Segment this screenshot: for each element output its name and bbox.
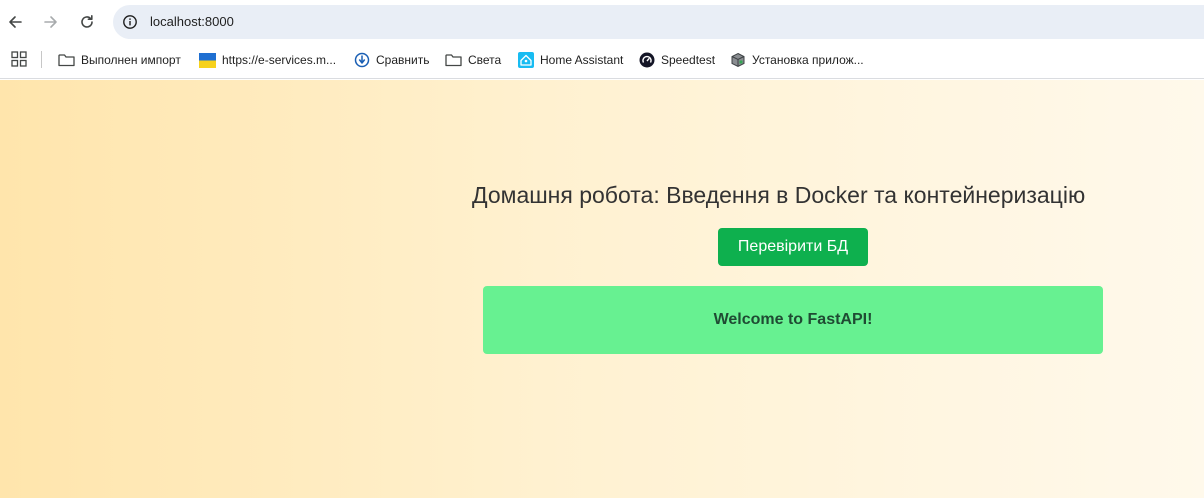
page-title: Домашня робота: Введення в Docker та кон… [472, 182, 1086, 208]
bookmark-e-services[interactable]: https://e-services.m... [199, 49, 336, 71]
speedtest-icon [638, 52, 655, 69]
page-content: Домашня робота: Введення в Docker та кон… [0, 80, 1204, 498]
back-button[interactable] [1, 8, 29, 36]
compare-icon [353, 52, 370, 69]
result-message-box: Welcome to FastAPI! [483, 286, 1103, 354]
bookmark-label: Света [468, 53, 502, 67]
bookmarks-bar: Выполнен импорт https://e-services.m... … [0, 42, 1204, 79]
bookmark-folder-imported[interactable]: Выполнен импорт [58, 49, 181, 71]
apps-grid-icon[interactable] [11, 51, 27, 67]
ukraine-flag-icon [199, 52, 216, 69]
result-message: Welcome to FastAPI! [713, 311, 873, 328]
bookmark-label: Сравнить [376, 53, 430, 67]
home-assistant-icon [517, 52, 534, 69]
reload-icon [81, 15, 93, 28]
bookmark-speedtest[interactable]: Speedtest [638, 49, 715, 71]
back-arrow-icon [9, 16, 22, 28]
bookmark-label: Выполнен импорт [81, 53, 181, 67]
site-info-icon[interactable] [121, 13, 139, 31]
bookmark-home-assistant[interactable]: Home Assistant [517, 49, 623, 71]
check-db-button[interactable]: Перевірити БД [718, 228, 868, 266]
bookmark-label: Speedtest [661, 53, 716, 67]
address-bar[interactable]: localhost:8000 [113, 5, 1204, 39]
package-icon [729, 52, 746, 69]
bookmark-label: Home Assistant [540, 53, 624, 67]
folder-icon [445, 52, 462, 69]
folder-icon [58, 52, 75, 69]
browser-toolbar: localhost:8000 [0, 0, 1204, 42]
forward-arrow-icon [44, 16, 57, 28]
reload-button[interactable] [73, 8, 101, 36]
bookmarks-divider [41, 51, 42, 68]
url-text[interactable]: localhost:8000 [150, 13, 234, 31]
bookmark-compare[interactable]: Сравнить [353, 49, 429, 71]
bookmark-install-app[interactable]: Установка прилож... [729, 49, 864, 71]
forward-button[interactable] [37, 8, 65, 36]
bookmark-label: Установка прилож... [752, 53, 864, 67]
bookmark-folder-sveta[interactable]: Света [445, 49, 501, 71]
bookmark-label: https://e-services.m... [222, 53, 337, 67]
